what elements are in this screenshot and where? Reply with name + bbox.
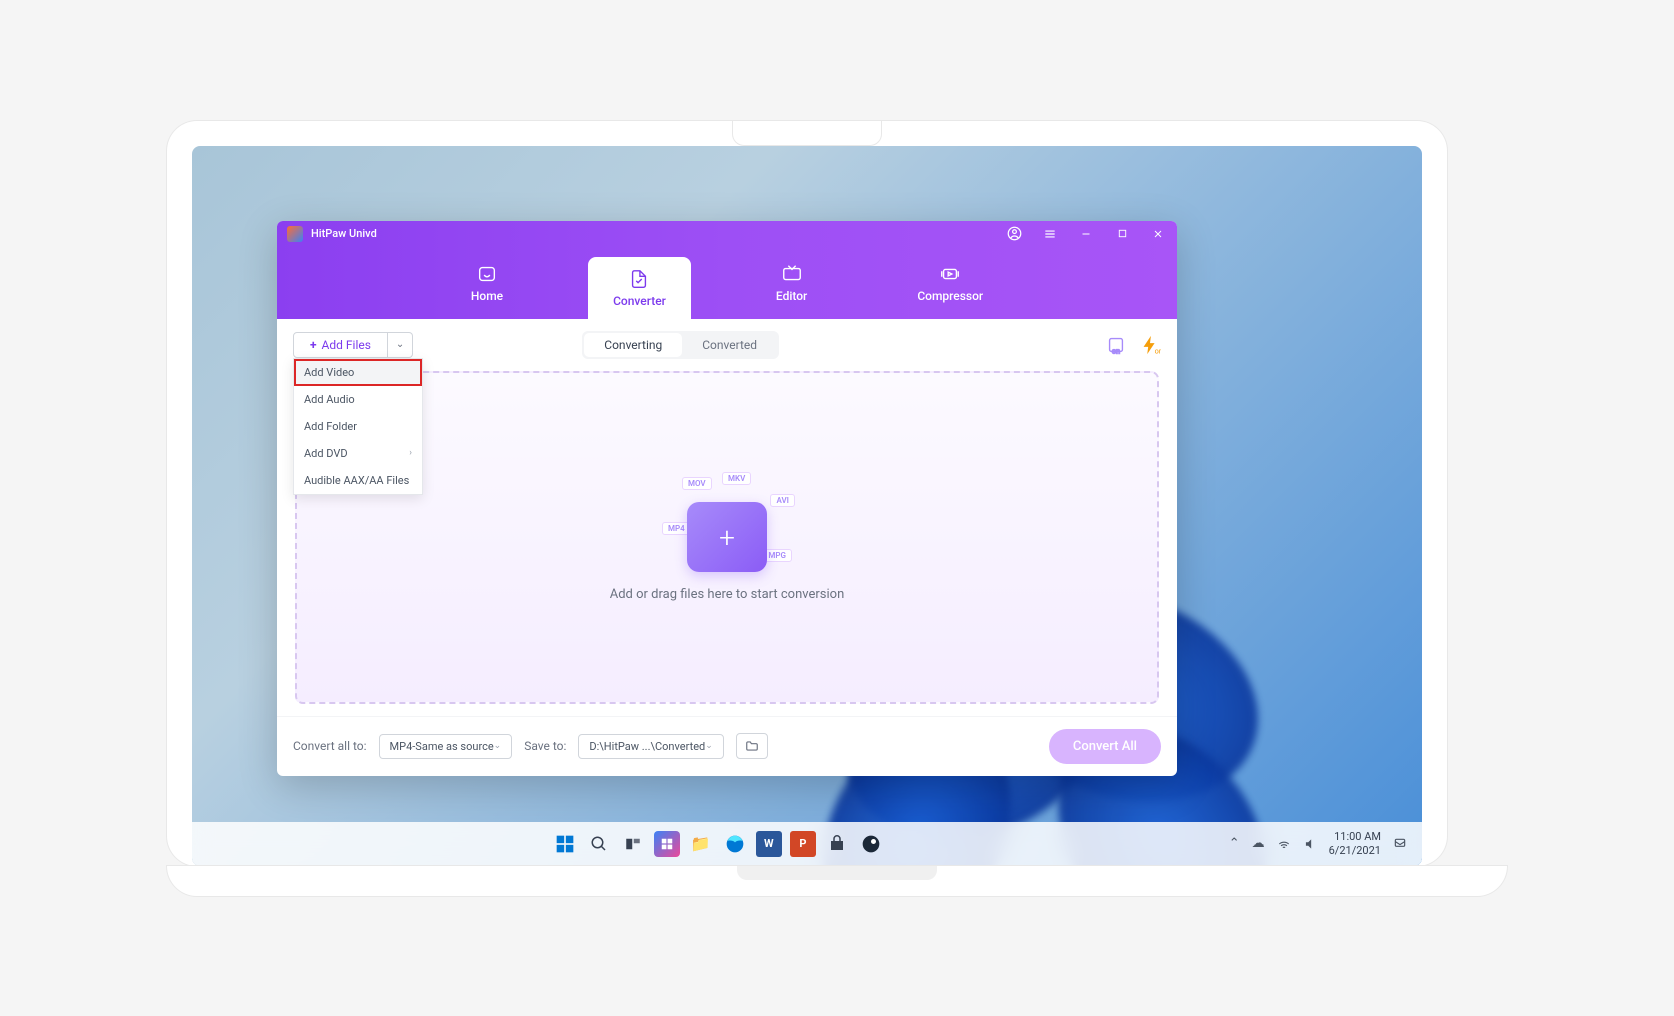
drop-box-icon: +: [687, 502, 767, 572]
home-icon: [476, 263, 498, 285]
nav-compressor-label: Compressor: [917, 289, 983, 303]
svg-text:on: on: [1155, 346, 1161, 355]
laptop-notch: [732, 121, 882, 146]
app-logo-icon: [287, 226, 303, 242]
sub-tabs: Converting Converted: [582, 331, 779, 359]
chevron-right-icon: ›: [409, 448, 412, 458]
chevron-down-icon: ⌄: [396, 339, 404, 350]
title-bar: HitPaw Univd: [277, 221, 1177, 247]
convert-format-select[interactable]: MP4-Same as source ⌄: [379, 734, 513, 759]
dropdown-item-label: Add Folder: [304, 420, 357, 433]
dropdown-item-audible-aax-aa-files[interactable]: Audible AAX/AA Files: [294, 467, 422, 494]
taskbar-date: 6/21/2021: [1329, 844, 1381, 857]
open-folder-button[interactable]: [736, 733, 768, 759]
minimize-icon[interactable]: [1077, 225, 1095, 243]
drop-illustration: MOV MKV AVI MP4 MPG +: [667, 472, 787, 572]
save-to-label: Save to:: [524, 739, 566, 753]
hardware-accel-icon[interactable]: on: [1105, 334, 1127, 356]
bottom-bar: Convert all to: MP4-Same as source ⌄ Sav…: [277, 716, 1177, 776]
menu-icon[interactable]: [1041, 225, 1059, 243]
onedrive-icon[interactable]: ☁: [1252, 836, 1265, 851]
toolbar: + Add Files ⌄ Add VideoAdd AudioAdd Fold…: [277, 319, 1177, 371]
steam-icon[interactable]: [858, 831, 884, 857]
widgets-icon[interactable]: [654, 831, 680, 857]
dropdown-item-add-video[interactable]: Add Video: [294, 359, 422, 386]
maximize-icon[interactable]: [1113, 225, 1131, 243]
nav-home-label: Home: [471, 289, 503, 303]
plus-icon: +: [310, 338, 317, 352]
format-tag-mkv: MKV: [722, 472, 751, 485]
save-path-value: D:\HitPaw ...\Converted: [589, 740, 705, 753]
tab-converted[interactable]: Converted: [682, 333, 777, 357]
edge-icon[interactable]: [722, 831, 748, 857]
app-window: HitPaw Univd: [277, 221, 1177, 776]
converter-icon: [628, 268, 650, 290]
powerpoint-icon[interactable]: P: [790, 831, 816, 857]
dropdown-item-label: Add DVD: [304, 447, 348, 460]
save-path-select[interactable]: D:\HitPaw ...\Converted ⌄: [578, 734, 723, 759]
volume-icon[interactable]: [1303, 837, 1317, 851]
convert-format-value: MP4-Same as source: [390, 740, 494, 753]
store-icon[interactable]: [824, 831, 850, 857]
tab-converting[interactable]: Converting: [584, 333, 682, 357]
nav-editor[interactable]: Editor: [751, 247, 832, 319]
app-title: HitPaw Univd: [311, 227, 1005, 240]
close-icon[interactable]: [1149, 225, 1167, 243]
add-files-dropdown-toggle[interactable]: ⌄: [388, 332, 413, 358]
format-tag-avi: AVI: [770, 494, 795, 507]
convert-all-to-label: Convert all to:: [293, 739, 367, 753]
format-tag-mov: MOV: [682, 477, 712, 490]
dropdown-item-label: Audible AAX/AA Files: [304, 474, 409, 487]
dropdown-item-add-audio[interactable]: Add Audio: [294, 386, 422, 413]
start-button[interactable]: [552, 831, 578, 857]
wifi-icon[interactable]: [1277, 837, 1291, 851]
desktop-wallpaper: HitPaw Univd: [192, 146, 1422, 866]
laptop-base: [167, 866, 1507, 896]
svg-text:on: on: [1112, 346, 1120, 355]
editor-icon: [781, 263, 803, 285]
chevron-down-icon: ⌄: [494, 741, 502, 751]
dropdown-item-label: Add Audio: [304, 393, 355, 406]
lightning-icon[interactable]: on: [1139, 334, 1161, 356]
nav-compressor[interactable]: Compressor: [892, 247, 1008, 319]
add-files-group: + Add Files ⌄ Add VideoAdd AudioAdd Fold…: [293, 332, 413, 358]
notifications-icon[interactable]: [1393, 837, 1407, 851]
windows-taskbar: 📁 W P ⌃ ☁: [192, 822, 1422, 866]
nav-converter-label: Converter: [613, 294, 666, 308]
file-explorer-icon[interactable]: 📁: [688, 831, 714, 857]
plus-icon: +: [719, 521, 735, 554]
word-icon[interactable]: W: [756, 831, 782, 857]
task-view-icon[interactable]: [620, 831, 646, 857]
compressor-icon: [939, 263, 961, 285]
search-icon[interactable]: [586, 831, 612, 857]
taskbar-clock[interactable]: 11:00 AM 6/21/2021: [1329, 830, 1381, 856]
dropdown-item-add-folder[interactable]: Add Folder: [294, 413, 422, 440]
drop-zone-text: Add or drag files here to start conversi…: [610, 587, 845, 602]
convert-all-button[interactable]: Convert All: [1049, 729, 1161, 764]
tray-chevron-icon[interactable]: ⌃: [1229, 836, 1240, 851]
nav-bar: Home Converter Editor: [277, 247, 1177, 319]
dropdown-item-add-dvd[interactable]: Add DVD ›: [294, 440, 422, 467]
laptop-frame: HitPaw Univd: [167, 121, 1447, 866]
add-files-button[interactable]: + Add Files: [293, 332, 388, 358]
dropdown-item-label: Add Video: [304, 366, 354, 379]
nav-home[interactable]: Home: [446, 247, 528, 319]
drop-zone[interactable]: MOV MKV AVI MP4 MPG + Add or drag files …: [295, 371, 1159, 704]
add-files-label: Add Files: [322, 338, 371, 352]
nav-editor-label: Editor: [776, 289, 807, 303]
user-icon[interactable]: [1005, 225, 1023, 243]
chevron-down-icon: ⌄: [705, 741, 713, 751]
taskbar-time: 11:00 AM: [1329, 830, 1381, 843]
folder-icon: [745, 739, 759, 753]
nav-converter[interactable]: Converter: [588, 257, 691, 319]
add-files-dropdown-menu: Add Video Add Audio Add Folder Add DVD › Audi…: [293, 358, 423, 495]
